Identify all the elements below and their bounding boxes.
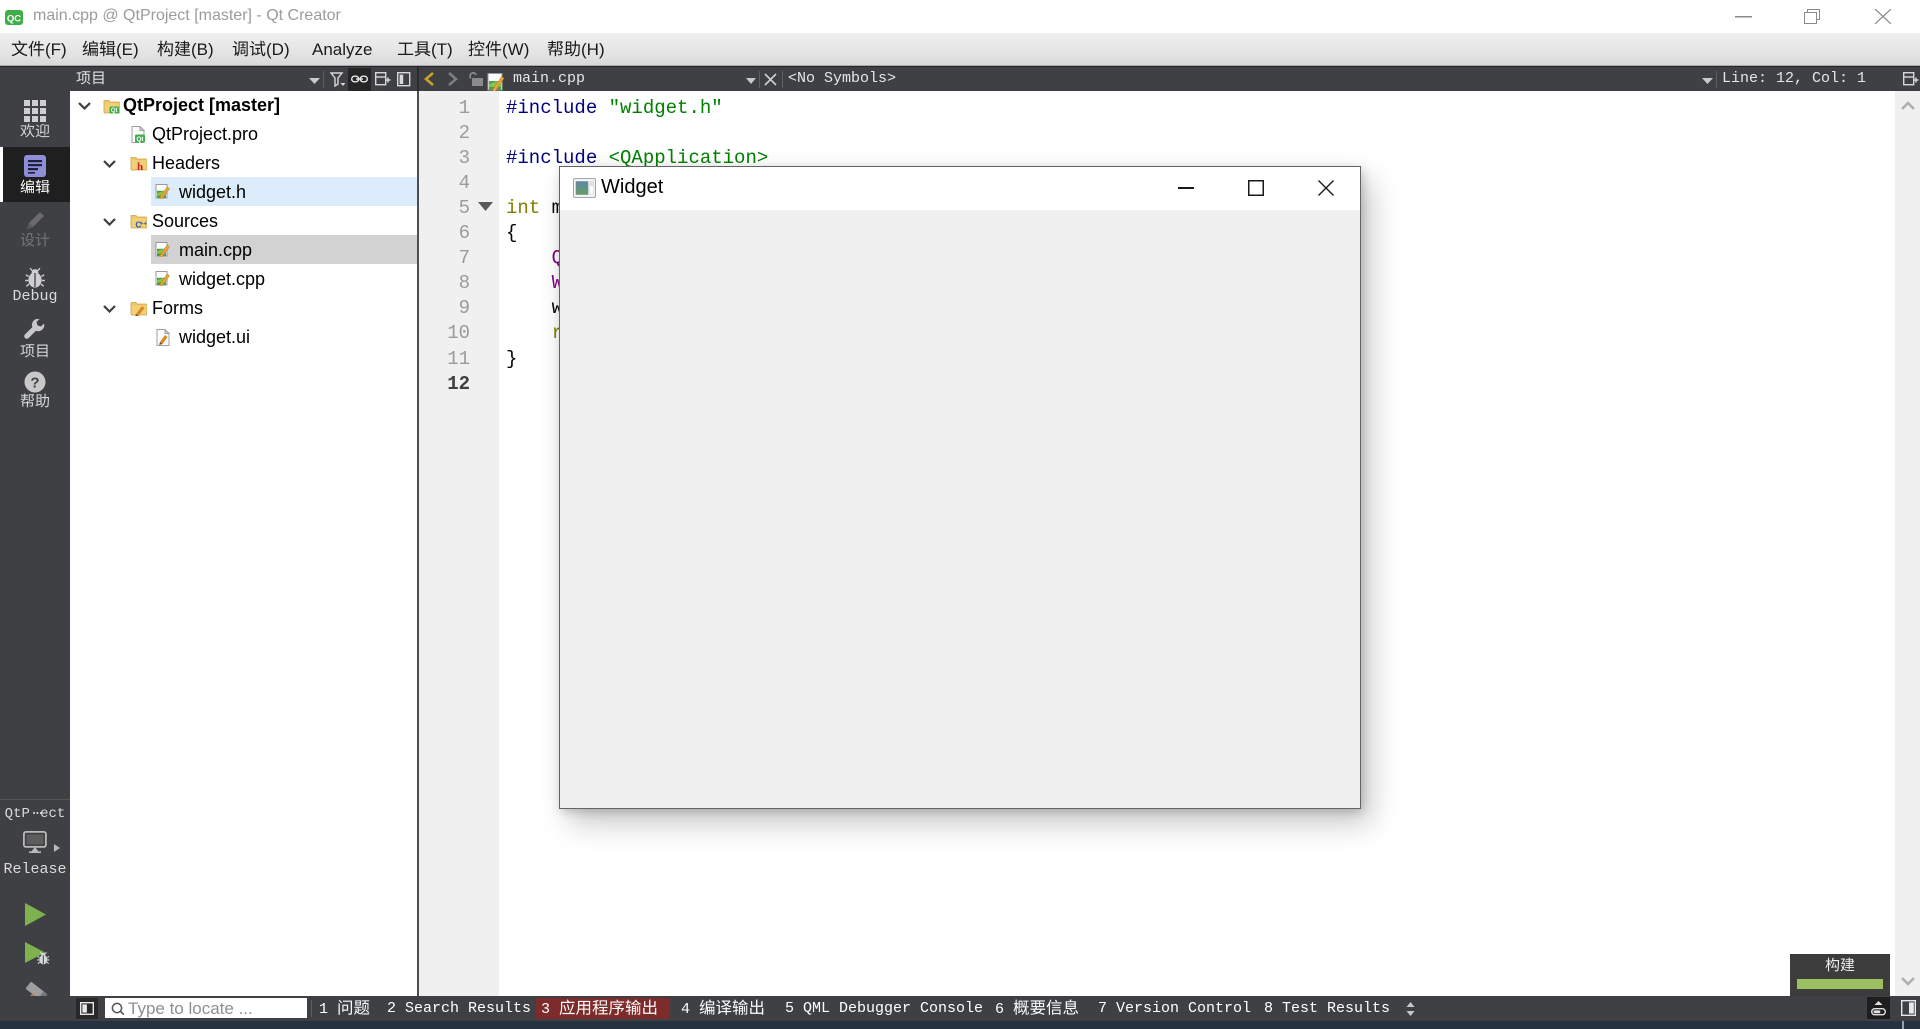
svg-text:Qt: Qt (111, 108, 118, 114)
svg-text:?: ? (30, 375, 39, 392)
svg-text:QC: QC (7, 14, 21, 25)
svg-text:++: ++ (140, 222, 147, 228)
svg-text:Qt: Qt (136, 136, 144, 143)
svg-text:h: h (137, 161, 143, 171)
